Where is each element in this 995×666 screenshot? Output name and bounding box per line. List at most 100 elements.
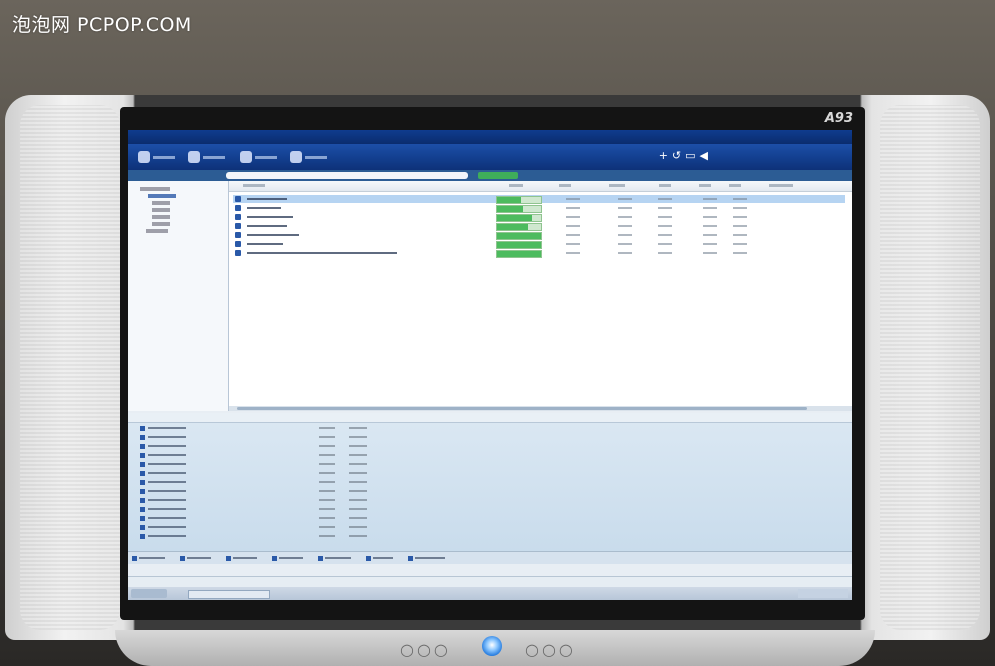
detail-cell [349,436,367,438]
detail-row[interactable] [134,443,367,449]
system-tray [798,589,848,598]
detail-row[interactable] [134,479,367,485]
header-time[interactable] [659,184,671,187]
row-cell [703,234,717,236]
header-name[interactable] [243,184,265,187]
detail-row[interactable] [134,524,367,530]
toolbar-share-button[interactable] [240,150,277,164]
list-header [229,181,852,192]
header-col[interactable] [769,184,793,187]
detail-tab[interactable] [180,554,211,562]
table-row[interactable] [233,240,845,249]
tree-item[interactable] [152,208,170,212]
row-cell [618,207,632,209]
toolbar-action-icons[interactable]: +↺▭◀ [659,149,712,162]
os-taskbar [128,587,852,600]
power-button[interactable] [482,636,502,656]
file-icon [140,435,145,440]
app-toolbar: +↺▭◀ [128,144,852,170]
horizontal-scrollbar[interactable] [229,406,852,411]
detail-row[interactable] [134,506,367,512]
detail-cell [349,427,367,429]
tab-icon [318,555,323,561]
row-cell [618,234,632,236]
detail-row[interactable] [134,425,367,431]
file-icon [235,223,241,229]
tree-item[interactable] [152,201,170,205]
progress-bar [496,205,542,213]
go-button[interactable] [478,172,518,179]
detail-cell [349,454,367,456]
tree-item-selected[interactable] [148,194,176,198]
open-icon [188,151,200,163]
toolbar-open-button[interactable] [188,150,225,164]
start-button[interactable] [131,589,167,598]
row-cell [733,234,747,236]
row-cell [566,225,580,227]
detail-cell [148,454,186,456]
detail-row[interactable] [134,461,367,467]
file-icon [140,507,145,512]
table-row[interactable] [233,213,845,222]
detail-cell [148,517,186,519]
detail-cell [319,517,335,519]
address-input[interactable] [226,172,468,179]
table-row[interactable] [233,204,845,213]
tree-item[interactable] [152,215,170,219]
row-cell [658,207,672,209]
header-speed[interactable] [609,184,625,187]
table-row[interactable] [233,222,845,231]
detail-cell [319,427,335,429]
detail-row[interactable] [134,434,367,440]
tree-item[interactable] [146,229,168,233]
progress-bar [496,241,542,249]
monitor-right-buttons[interactable]: ○○○ [525,640,576,659]
detail-row[interactable] [134,470,367,476]
table-row[interactable] [233,249,845,258]
row-filename [247,243,283,245]
detail-row[interactable] [134,533,367,539]
detail-cell [349,535,367,537]
detail-tab[interactable] [408,554,445,562]
file-icon [140,498,145,503]
model-label: A93 [824,111,853,126]
tab-icon [272,555,277,561]
detail-cell [319,436,335,438]
app-titlebar [128,130,852,144]
row-cell [703,252,717,254]
detail-tab[interactable] [272,554,303,562]
detail-row[interactable] [134,515,367,521]
taskbar-app-button[interactable] [188,590,270,599]
header-col[interactable] [729,184,741,187]
detail-cell [148,481,186,483]
tree-item[interactable] [152,222,170,226]
detail-row[interactable] [134,452,367,458]
detail-tab[interactable] [318,554,351,562]
progress-fill [497,224,528,230]
detail-row[interactable] [134,488,367,494]
detail-cell [148,427,186,429]
detail-row[interactable] [134,497,367,503]
detail-tab[interactable] [366,554,393,562]
row-cell [566,243,580,245]
detail-tab[interactable] [226,554,257,562]
header-col[interactable] [699,184,711,187]
detail-tab[interactable] [132,554,165,562]
row-cell [658,225,672,227]
row-cell [618,216,632,218]
tab-icon [132,555,137,561]
toolbar-label [305,155,327,159]
header-progress[interactable] [509,184,523,187]
row-cell [566,207,580,209]
table-row[interactable] [233,231,845,240]
table-row[interactable] [233,195,845,204]
monitor-left-buttons[interactable]: ○○○ [400,640,451,659]
toolbar-settings-button[interactable] [290,150,327,164]
right-speaker-grille [880,105,980,630]
header-size[interactable] [559,184,571,187]
tree-item[interactable] [140,187,170,191]
gear-icon [290,151,302,163]
row-cell [703,225,717,227]
scrollbar-thumb[interactable] [237,407,807,410]
toolbar-new-task-button[interactable] [138,150,175,164]
